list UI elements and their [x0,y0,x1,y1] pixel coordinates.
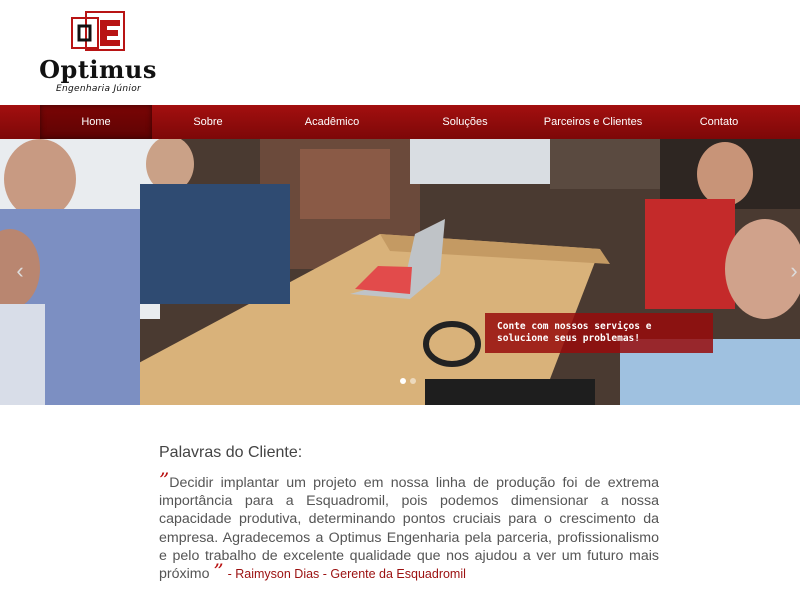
open-quote-mark: ” [159,468,170,492]
nav-item-contato[interactable]: Contato [684,105,754,139]
testimonial-section: Palavras do Cliente: ”Decidir implantar … [159,444,659,583]
nav-item-academico[interactable]: Acadêmico [290,105,374,139]
brand-subtitle: Engenharia Júnior [56,84,142,94]
slider-next-button[interactable]: › [786,259,800,283]
brand-name: Optimus [39,55,157,84]
nav-item-solucoes[interactable]: Soluções [425,105,505,139]
header: Optimus Engenharia Júnior [0,0,800,105]
hero-slider: ‹ › Conte com nossos serviços e solucion… [0,139,800,405]
slide-caption: Conte com nossos serviços e solucione se… [485,313,713,353]
nav-item-parceiros-clientes[interactable]: Parceiros e Clientes [540,105,646,139]
testimonial-heading: Palavras do Cliente: [159,444,303,461]
testimonial-text: ”Decidir implantar um projeto em nossa l… [159,470,659,584]
slider-dot[interactable] [400,378,406,384]
nav-item-home[interactable]: Home [40,105,152,139]
slider-dot[interactable] [410,378,416,384]
slider-prev-button[interactable]: ‹ [12,259,28,283]
nav-item-sobre[interactable]: Sobre [168,105,248,139]
main-nav: Home Sobre Acadêmico Soluções Parceiros … [0,105,800,139]
testimonial-quote: Decidir implantar um projeto em nossa li… [159,475,659,583]
logo-emblem-icon [71,11,125,51]
slider-dots [400,371,430,384]
logo[interactable]: Optimus Engenharia Júnior [28,10,168,95]
testimonial-author: - Raimyson Dias - Gerente da Esquadromil [227,567,466,582]
hero-photo [0,139,800,405]
close-quote-mark: ” [213,559,224,584]
chevron-right-icon: › [790,258,798,283]
chevron-left-icon: ‹ [16,258,24,283]
